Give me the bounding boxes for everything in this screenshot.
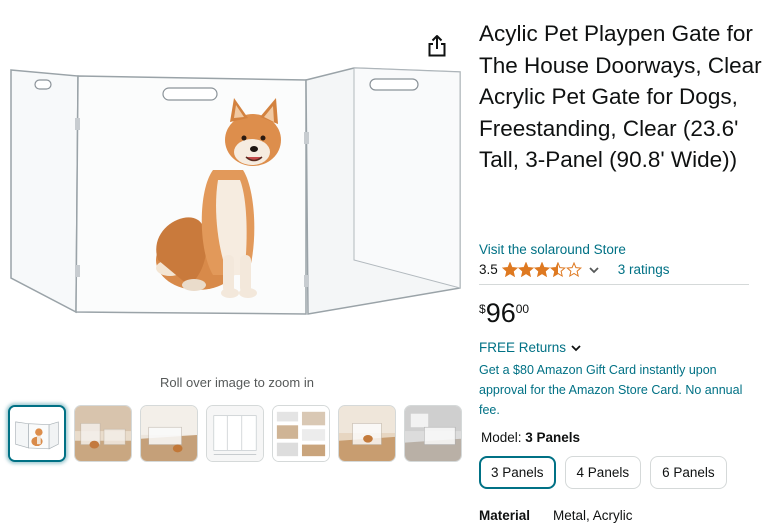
thumbnail-6[interactable] (338, 405, 396, 462)
ratings-count-link[interactable]: 3 ratings (618, 262, 670, 277)
material-row: Material Metal, Acrylic (479, 508, 633, 523)
product-title: Acylic Pet Playpen Gate for The House Do… (479, 21, 762, 172)
model-label: Model: (481, 430, 526, 445)
price-symbol: $ (479, 302, 486, 316)
chevron-down-icon (571, 344, 581, 351)
option-3-panels[interactable]: 3 Panels (479, 456, 556, 489)
rating-row: 3.5 3 ratings (479, 262, 670, 277)
thumbnail-4[interactable] (206, 405, 264, 462)
model-options: 3 Panels 4 Panels 6 Panels (479, 456, 727, 489)
price-fraction: 00 (515, 302, 530, 316)
chevron-down-icon[interactable] (588, 264, 600, 276)
option-6-panels[interactable]: 6 Panels (650, 456, 727, 489)
share-button[interactable] (426, 34, 448, 58)
thumbnail-7[interactable] (404, 405, 462, 462)
playpen-dog-image (10, 67, 461, 315)
thumbnail-2[interactable] (74, 405, 132, 462)
star-icon (565, 262, 582, 277)
divider (479, 284, 749, 285)
zoom-hint: Roll over image to zoom in (160, 375, 314, 390)
star-icon (517, 262, 534, 277)
gift-card-offer-link[interactable]: Get a $80 Amazon Gift Card instantly upo… (479, 360, 749, 420)
material-label: Material (479, 508, 531, 523)
store-link[interactable]: Visit the solaround Store (479, 242, 626, 257)
option-4-panels[interactable]: 4 Panels (564, 456, 642, 489)
price: $ 96 00 (479, 298, 529, 328)
price-whole: 96 (485, 298, 516, 328)
thumbnail-strip (8, 405, 462, 462)
star-icon (533, 262, 550, 277)
thumbnail-5[interactable] (272, 405, 330, 462)
share-icon (428, 35, 446, 57)
star-icon (549, 262, 566, 277)
thumbnail-1[interactable] (8, 405, 66, 462)
star-rating[interactable] (501, 262, 582, 277)
model-value: 3 Panels (525, 430, 581, 445)
material-value: Metal, Acrylic (553, 508, 633, 523)
free-returns-link[interactable]: FREE Returns (479, 340, 582, 355)
main-product-image[interactable] (8, 60, 464, 322)
rating-value: 3.5 (479, 262, 498, 277)
model-selector-label: Model: 3 Panels (481, 430, 580, 445)
star-icon (501, 262, 518, 277)
thumbnail-3[interactable] (140, 405, 198, 462)
free-returns-label: FREE Returns (479, 340, 567, 355)
